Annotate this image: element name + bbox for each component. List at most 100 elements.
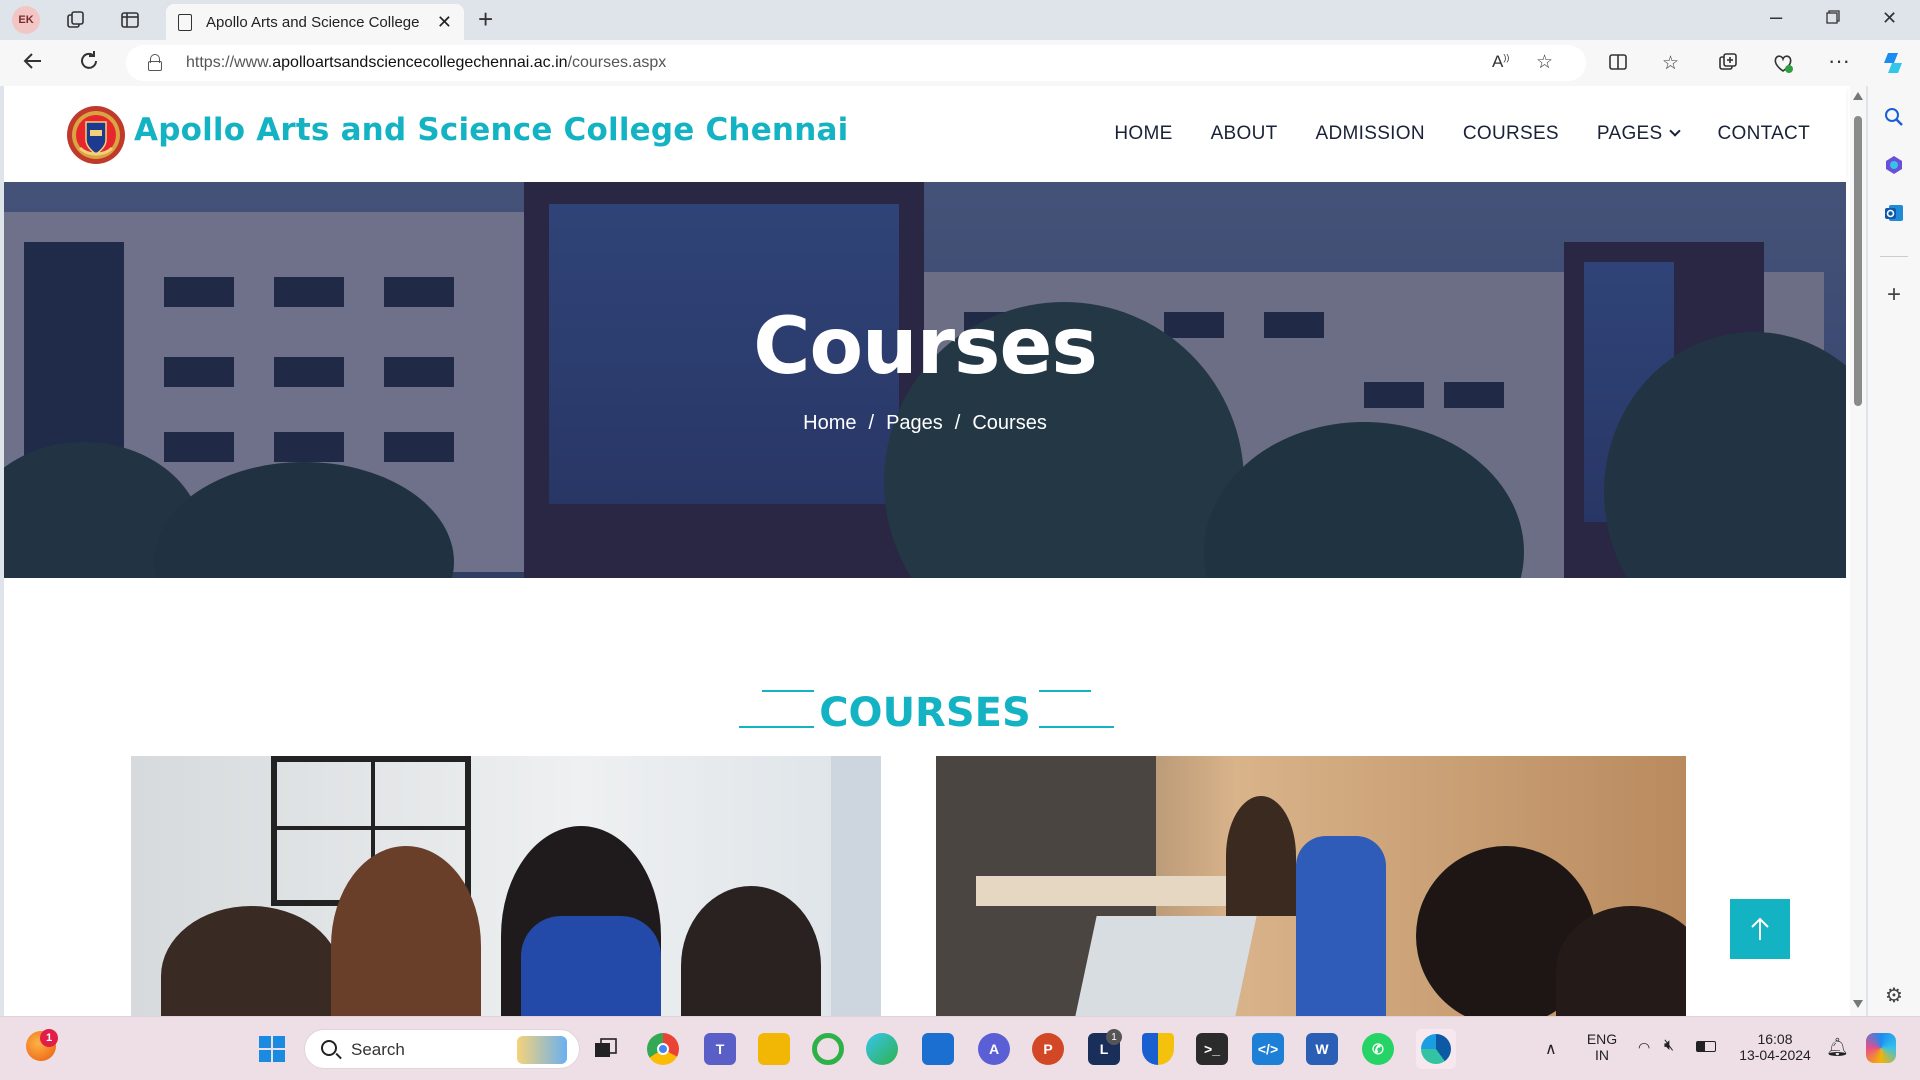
powerpoint-icon[interactable]: P: [1032, 1033, 1064, 1065]
language-code: ENG: [1586, 1031, 1618, 1047]
site-header: Apollo Arts and Science College Chennai …: [4, 86, 1846, 182]
task-view-icon[interactable]: [590, 1033, 622, 1065]
arrow-up-icon: [1751, 917, 1769, 940]
add-sidebar-app-icon[interactable]: +: [1881, 281, 1907, 308]
more-options-icon[interactable]: ···: [1828, 48, 1850, 74]
lock-icon[interactable]: [148, 54, 162, 71]
copilot-taskbar-icon[interactable]: [1866, 1033, 1896, 1063]
address-toolbar: https://www.apolloartsandsciencecollegec…: [0, 40, 1920, 86]
restore-icon[interactable]: [1826, 8, 1840, 29]
edge-icon: [1421, 1034, 1451, 1064]
page-hero: Courses Home / Pages / Courses: [4, 182, 1846, 578]
battery-icon[interactable]: [1696, 1041, 1716, 1052]
copilot-sidebar-icon[interactable]: [1881, 152, 1907, 178]
volume-muted-icon[interactable]: 🔇︎: [1664, 1037, 1674, 1055]
tab-active[interactable]: Apollo Arts and Science College ✕: [166, 4, 464, 40]
site-title[interactable]: Apollo Arts and Science College Chennai: [134, 112, 848, 148]
address-bar[interactable]: https://www.apolloartsandsciencecollegec…: [126, 45, 1586, 81]
security-shield-icon[interactable]: [1142, 1033, 1174, 1065]
browser-tab-bar: EK Apollo Arts and Science College ✕ + –…: [0, 0, 1920, 40]
edge-taskbar-button[interactable]: [1416, 1029, 1456, 1069]
main-nav: HOME ABOUT ADMISSION COURSES PAGES CONTA…: [1114, 123, 1810, 145]
back-icon[interactable]: [22, 50, 44, 78]
language-region: IN: [1595, 1047, 1609, 1063]
search-highlight-icon: [517, 1036, 567, 1064]
taskbar-search-label: Search: [351, 1040, 405, 1059]
collections-icon[interactable]: [1718, 52, 1738, 78]
minimize-icon[interactable]: –: [1770, 4, 1782, 30]
copilot-icon[interactable]: [1880, 50, 1906, 82]
nav-pages-label: PAGES: [1596, 123, 1663, 144]
word-icon[interactable]: W: [1306, 1033, 1338, 1065]
breadcrumb-home[interactable]: Home: [803, 412, 856, 434]
chevron-down-icon: [1669, 125, 1682, 137]
outlook-icon[interactable]: [1881, 200, 1907, 226]
arc-app-icon[interactable]: A: [978, 1033, 1010, 1065]
vscode-icon[interactable]: </>: [1252, 1033, 1284, 1065]
app-ring-icon[interactable]: [812, 1033, 844, 1065]
workspaces-icon[interactable]: [62, 6, 90, 34]
windows-start-icon[interactable]: [256, 1033, 288, 1065]
section-title: COURSES: [819, 690, 1031, 736]
wifi-icon[interactable]: ◠: [1638, 1039, 1650, 1056]
course-image-2[interactable]: [936, 756, 1686, 1016]
read-aloud-icon[interactable]: A)): [1492, 52, 1509, 72]
page-scrollbar[interactable]: [1850, 86, 1866, 1016]
split-screen-icon[interactable]: [1608, 52, 1628, 78]
settings-gear-icon[interactable]: ⚙: [1881, 982, 1907, 1008]
course-image-1[interactable]: [131, 756, 881, 1016]
nav-contact[interactable]: CONTACT: [1717, 123, 1810, 145]
teams-icon[interactable]: T: [704, 1033, 736, 1065]
page-icon: [178, 13, 192, 31]
breadcrumb-pages[interactable]: Pages: [886, 412, 943, 434]
nav-about[interactable]: ABOUT: [1211, 123, 1278, 145]
scroll-up-arrow[interactable]: [1853, 92, 1863, 100]
clock-time: 16:08: [1757, 1031, 1793, 1047]
url-text[interactable]: https://www.apolloartsandsciencecollegec…: [186, 54, 666, 72]
edge-sidebar: + ⚙: [1868, 86, 1920, 1016]
scroll-thumb[interactable]: [1854, 116, 1862, 406]
nav-admission[interactable]: ADMISSION: [1316, 123, 1425, 145]
breadcrumb-current: Courses: [972, 412, 1047, 434]
microsoft-store-icon[interactable]: [922, 1033, 954, 1065]
nav-courses[interactable]: COURSES: [1463, 123, 1559, 145]
app-badge: 1: [1106, 1029, 1122, 1045]
college-logo[interactable]: [66, 100, 126, 170]
breadcrumb-separator: /: [954, 412, 961, 434]
tab-title: Apollo Arts and Science College: [206, 13, 420, 31]
chrome-icon[interactable]: [647, 1033, 679, 1065]
close-window-icon[interactable]: ✕: [1882, 8, 1897, 29]
nav-home[interactable]: HOME: [1114, 123, 1172, 145]
scroll-down-arrow[interactable]: [1853, 1000, 1863, 1008]
show-hidden-icons-chevron[interactable]: ∧: [1545, 1039, 1557, 1059]
terminal-icon[interactable]: >_: [1196, 1033, 1228, 1065]
close-tab-icon[interactable]: ✕: [437, 12, 452, 33]
whatsapp-icon[interactable]: ✆: [1362, 1033, 1394, 1065]
taskbar-search-box[interactable]: Search: [304, 1029, 580, 1069]
breadcrumb-separator: /: [868, 412, 875, 434]
breadcrumb: Home / Pages / Courses: [4, 412, 1846, 435]
file-explorer-icon[interactable]: [758, 1033, 790, 1065]
new-tab-button[interactable]: +: [478, 4, 493, 35]
language-indicator[interactable]: ENG IN: [1582, 1031, 1622, 1063]
browser-essentials-icon[interactable]: [1772, 52, 1794, 80]
windows-taskbar: 1 Search T A P L 1 >_ </> W ✆ ∧ ENG IN ◠…: [0, 1016, 1920, 1080]
search-icon: [321, 1040, 337, 1056]
edge-dev-icon[interactable]: [866, 1033, 898, 1065]
clock-date: 13-04-2024: [1739, 1047, 1811, 1063]
sidebar-divider: [1880, 256, 1908, 257]
nav-pages[interactable]: PAGES: [1596, 123, 1682, 145]
back-to-top-button[interactable]: [1730, 899, 1790, 959]
chrome-icon-center: [657, 1043, 669, 1055]
vertical-tabs-icon[interactable]: [116, 6, 144, 34]
clock[interactable]: 16:08 13-04-2024: [1730, 1031, 1820, 1063]
refresh-icon[interactable]: [78, 50, 100, 78]
notification-badge: 1: [40, 1029, 58, 1047]
favorites-icon[interactable]: ☆: [1662, 52, 1679, 75]
notification-bell-icon[interactable]: 🔔︎: [1826, 1037, 1849, 1058]
profile-avatar[interactable]: EK: [12, 6, 40, 34]
search-icon[interactable]: [1881, 104, 1907, 130]
section-heading: COURSES: [4, 690, 1846, 740]
favorite-star-icon[interactable]: ☆: [1536, 51, 1553, 74]
page-viewport: Apollo Arts and Science College Chennai …: [4, 86, 1866, 1016]
